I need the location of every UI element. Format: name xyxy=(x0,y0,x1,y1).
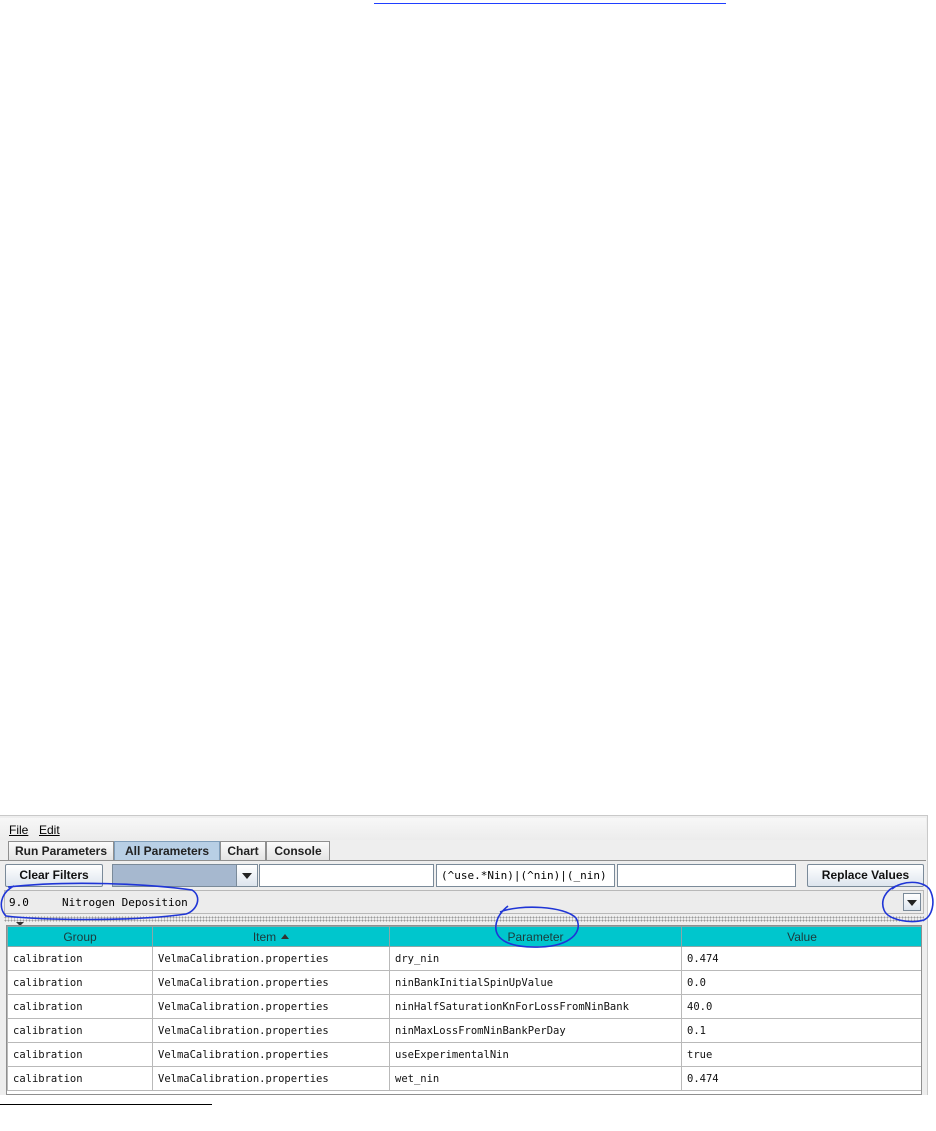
cell-value[interactable]: 40.0 xyxy=(681,994,921,1019)
table-header-row: Group Item Parameter Value xyxy=(7,926,921,947)
column-header-label: Group xyxy=(63,929,97,944)
cell-parameter[interactable]: dry_nin xyxy=(389,946,682,971)
section-selector-dropdown-button[interactable] xyxy=(903,893,921,911)
app-window: File Edit Run Parameters All Parameters … xyxy=(0,815,928,1095)
top-link-underline[interactable] xyxy=(374,0,726,4)
cell-value[interactable]: 0.1 xyxy=(681,1018,921,1043)
menu-file[interactable]: File xyxy=(9,823,28,837)
tab-chart[interactable]: Chart xyxy=(220,841,266,860)
cell-value[interactable]: 0.0 xyxy=(681,970,921,995)
footnote-rule xyxy=(0,1104,212,1105)
split-pane-divider[interactable] xyxy=(4,916,924,922)
column-header-value[interactable]: Value xyxy=(681,926,921,947)
column-header-item[interactable]: Item xyxy=(152,926,390,947)
cell-group[interactable]: calibration xyxy=(7,994,153,1019)
cell-item[interactable]: VelmaCalibration.properties xyxy=(152,1018,390,1043)
column-header-label: Parameter xyxy=(507,929,564,944)
table-row[interactable]: calibration VelmaCalibration.properties … xyxy=(7,946,921,971)
cell-item[interactable]: VelmaCalibration.properties xyxy=(152,1042,390,1067)
cell-parameter[interactable]: ninHalfSaturationKnForLossFromNinBank xyxy=(389,994,682,1019)
cell-item[interactable]: VelmaCalibration.properties xyxy=(152,1066,390,1091)
cell-value[interactable]: 0.474 xyxy=(681,1066,921,1091)
cell-parameter[interactable]: wet_nin xyxy=(389,1066,682,1091)
parameters-table: Group Item Parameter Value calibration V… xyxy=(6,925,922,1095)
menu-edit[interactable]: Edit xyxy=(39,823,60,837)
cell-item[interactable]: VelmaCalibration.properties xyxy=(152,994,390,1019)
column-header-label: Item xyxy=(252,929,277,944)
menu-edit-label: Edit xyxy=(39,823,60,837)
menu-bar: File Edit xyxy=(0,818,926,840)
cell-parameter[interactable]: useExperimentalNin xyxy=(389,1042,682,1067)
cell-group[interactable]: calibration xyxy=(7,946,153,971)
replace-value-input[interactable] xyxy=(617,864,796,887)
cell-parameter[interactable]: ninBankInitialSpinUpValue xyxy=(389,970,682,995)
column-header-group[interactable]: Group xyxy=(7,926,153,947)
cell-item[interactable]: VelmaCalibration.properties xyxy=(152,970,390,995)
column-header-parameter[interactable]: Parameter xyxy=(389,926,682,947)
table-row[interactable]: calibration VelmaCalibration.properties … xyxy=(7,994,921,1019)
cell-group[interactable]: calibration xyxy=(7,1066,153,1091)
table-row[interactable]: calibration VelmaCalibration.properties … xyxy=(7,1018,921,1043)
replace-values-button[interactable]: Replace Values xyxy=(807,864,924,887)
clear-filters-button[interactable]: Clear Filters xyxy=(5,864,103,887)
tab-console[interactable]: Console xyxy=(266,841,330,860)
menu-file-label: File xyxy=(9,823,29,837)
tab-all-parameters[interactable]: All Parameters xyxy=(114,841,220,860)
item-filter-input[interactable] xyxy=(259,864,434,887)
cell-item[interactable]: VelmaCalibration.properties xyxy=(152,946,390,971)
section-selector-combo[interactable]: 9.0 Nitrogen Deposition xyxy=(4,890,924,914)
parameter-regex-filter-input[interactable]: (^use.*Nin)|(^nin)|(_nin) xyxy=(436,864,615,887)
sort-ascending-icon xyxy=(281,933,290,939)
cell-group[interactable]: calibration xyxy=(7,1018,153,1043)
section-selector-value: 9.0 Nitrogen Deposition xyxy=(9,896,188,909)
cell-value[interactable]: 0.474 xyxy=(681,946,921,971)
table-row[interactable]: calibration VelmaCalibration.properties … xyxy=(7,970,921,995)
tab-divider xyxy=(0,860,926,861)
column-header-label: Value xyxy=(787,929,817,944)
group-filter-dropdown-button[interactable] xyxy=(236,865,257,886)
table-row[interactable]: calibration VelmaCalibration.properties … xyxy=(7,1042,921,1067)
cell-parameter[interactable]: ninMaxLossFromNinBankPerDay xyxy=(389,1018,682,1043)
cell-group[interactable]: calibration xyxy=(7,970,153,995)
cell-group[interactable]: calibration xyxy=(7,1042,153,1067)
group-filter-combo[interactable] xyxy=(112,864,258,887)
table-row[interactable]: calibration VelmaCalibration.properties … xyxy=(7,1066,921,1091)
tab-run-parameters[interactable]: Run Parameters xyxy=(8,841,114,860)
cell-value[interactable]: true xyxy=(681,1042,921,1067)
triangle-down-icon xyxy=(242,873,252,879)
triangle-down-icon xyxy=(907,900,917,906)
